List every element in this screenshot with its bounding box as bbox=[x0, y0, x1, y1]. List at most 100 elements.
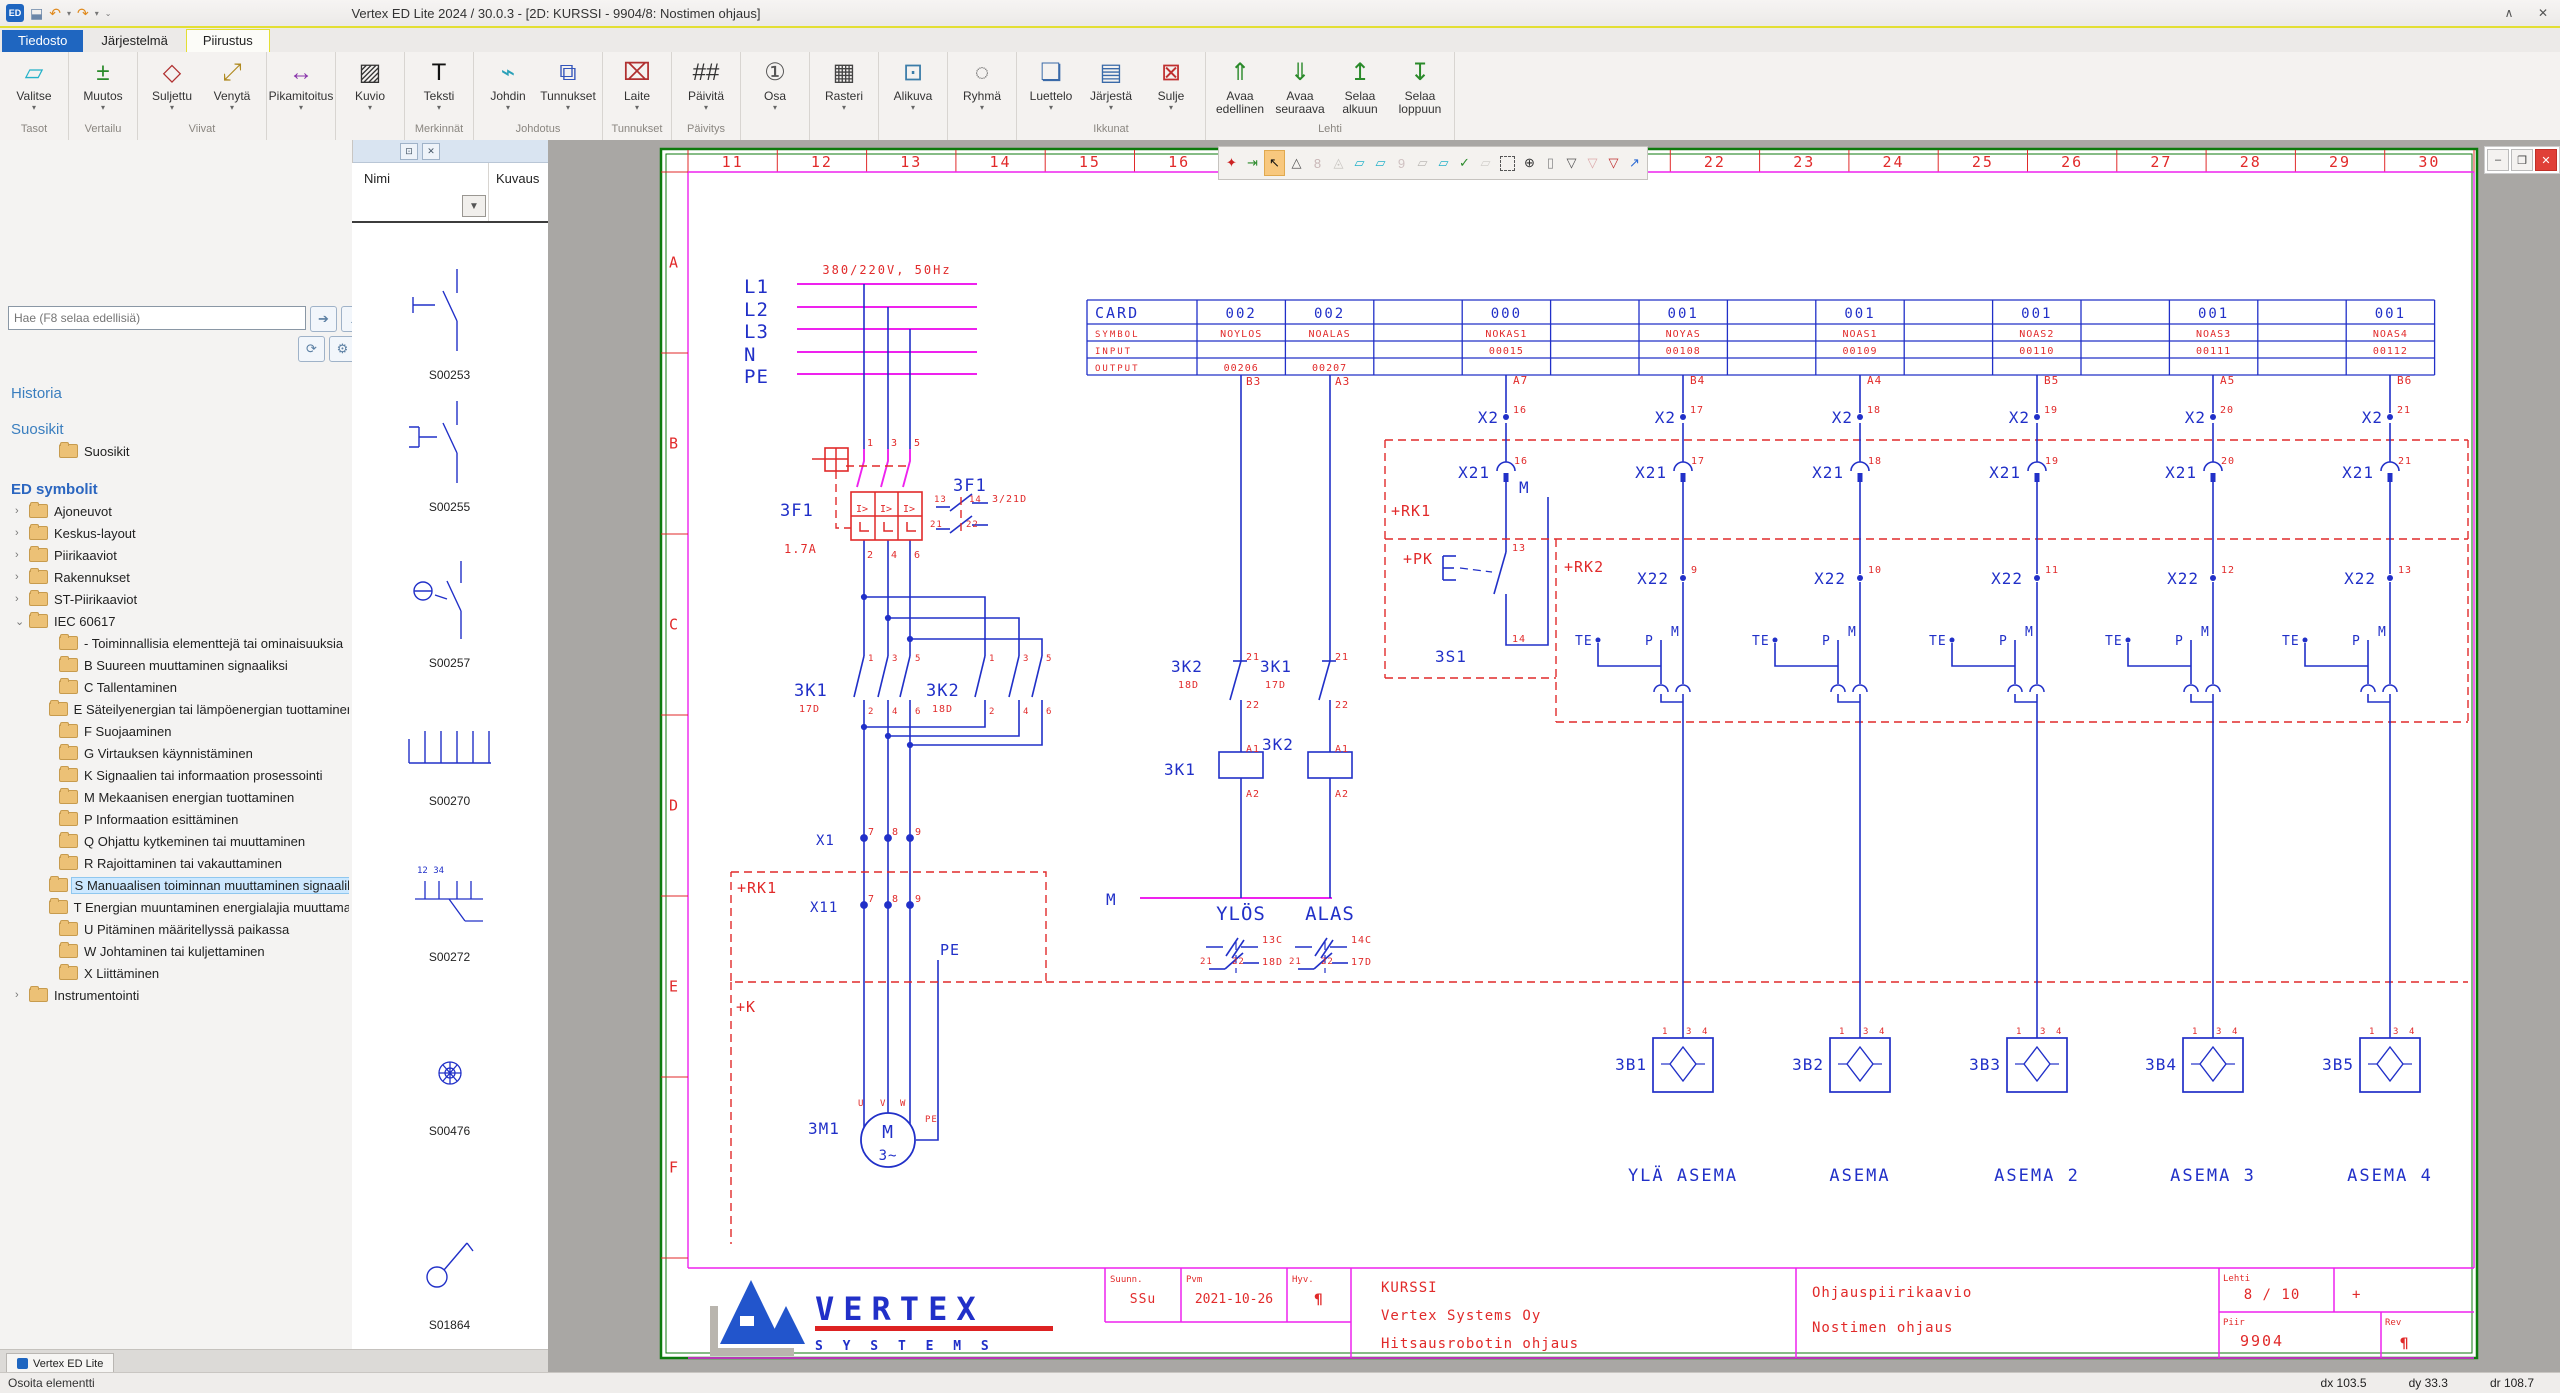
layers-check-icon[interactable]: ✓ bbox=[1455, 151, 1474, 175]
chevron-collapsed-icon[interactable]: › bbox=[15, 593, 29, 605]
restore-icon[interactable]: ❐ bbox=[2511, 149, 2533, 171]
redo-caret-icon[interactable]: ▾ bbox=[95, 9, 99, 18]
tree-item-m-mekaanisen-energian-tuottaminen[interactable]: ›M Mekaanisen energian tuottaminen bbox=[1, 786, 349, 808]
undo-caret-icon[interactable]: ▾ bbox=[67, 9, 71, 18]
tree-item-keskus-layout[interactable]: › Keskus-layout bbox=[1, 522, 349, 544]
tree-item-suosikit[interactable]: ›Suosikit bbox=[1, 440, 349, 462]
ribbon-button-j-rjest-[interactable]: ▤ Järjestä ▾ bbox=[1081, 54, 1141, 112]
undo-icon[interactable]: ↶ bbox=[49, 5, 61, 22]
ribbon-button-valitse[interactable]: ▱ Valitse ▾ bbox=[4, 54, 64, 112]
ribbon-button-kuvio[interactable]: ▨ Kuvio ▾ bbox=[340, 54, 400, 112]
app-logo-icon[interactable]: ED bbox=[6, 4, 24, 22]
tree-item-ajoneuvot[interactable]: › Ajoneuvot bbox=[1, 500, 349, 522]
tree-item-iec-60617[interactable]: ⌄ IEC 60617 bbox=[1, 610, 349, 632]
search-input[interactable] bbox=[8, 306, 306, 330]
ribbon-button-suljettu[interactable]: ◇ Suljettu ▾ bbox=[142, 54, 202, 112]
tree-item-x-liitt-minen[interactable]: ›X Liittäminen bbox=[1, 962, 349, 984]
ribbon-button-p-ivit-[interactable]: ## Päivitä ▾ bbox=[676, 54, 736, 112]
chevron-collapsed-icon[interactable]: › bbox=[15, 527, 29, 539]
chevron-collapsed-icon[interactable]: › bbox=[15, 571, 29, 583]
paste-sheet-icon[interactable]: ⇥ bbox=[1243, 151, 1262, 175]
tree-item--toiminnallisia-elementtej-tai-ominaisuu[interactable]: ›- Toiminnallisia elementtejä tai ominai… bbox=[1, 632, 349, 654]
ribbon-button-avaa-seuraava[interactable]: ⇓ Avaa seuraava bbox=[1270, 54, 1330, 116]
collapse-ribbon-icon[interactable]: ∧ bbox=[2492, 1, 2526, 25]
ribbon-button-ryhm-[interactable]: ◌ Ryhmä ▾ bbox=[952, 54, 1012, 112]
drawing-area[interactable]: 1112131415161718192021222324252627282930… bbox=[548, 140, 2560, 1372]
triangle-8-icon[interactable]: 8 bbox=[1308, 151, 1327, 175]
tree-item-t-energian-muuntaminen-energialajia-muut[interactable]: ›T Energian muuntaminen energialajia muu… bbox=[1, 896, 349, 918]
funnel-22-icon[interactable]: ▽ bbox=[1583, 151, 1602, 175]
list-item[interactable]: S00253 bbox=[352, 263, 547, 382]
tree-item-r-rajoittaminen-tai-vakauttaminen[interactable]: ›R Rajoittaminen tai vakauttaminen bbox=[1, 852, 349, 874]
list-item[interactable]: S00476 bbox=[352, 1035, 547, 1138]
list-item[interactable]: 12 34 S00272 bbox=[352, 855, 547, 964]
minimize-icon[interactable]: – bbox=[2487, 149, 2509, 171]
sheet-icon[interactable]: ▯ bbox=[1541, 151, 1560, 175]
panel-close-icon[interactable]: ✕ bbox=[422, 142, 440, 160]
refresh-icon[interactable]: ⟳ bbox=[298, 336, 325, 362]
tree-item-k-signaalien-tai-informaation-prosessoin[interactable]: ›K Signaalien tai informaation prosessoi… bbox=[1, 764, 349, 786]
close-icon[interactable]: ✕ bbox=[2526, 1, 2560, 25]
tree-item-e-s-teilyenergian-tai-l-mp-energian-tuot[interactable]: ›E Säteilyenergian tai lämpöenergian tuo… bbox=[1, 698, 349, 720]
tree-item-c-tallentaminen[interactable]: ›C Tallentaminen bbox=[1, 676, 349, 698]
tree-item-s-manuaalisen-toiminnan-muuttaminen-sign[interactable]: ›S Manuaalisen toiminnan muuttaminen sig… bbox=[1, 874, 349, 896]
select-cursor-icon[interactable]: ↖ bbox=[1264, 150, 1285, 176]
column-description[interactable]: Kuvaus bbox=[496, 171, 539, 186]
tree-item-b-suureen-muuttaminen-signaaliksi[interactable]: ›B Suureen muuttaminen signaaliksi bbox=[1, 654, 349, 676]
layer-flat-icon[interactable]: ▱ bbox=[1413, 151, 1432, 175]
tab-vertex-ed-lite[interactable]: Vertex ED Lite bbox=[6, 1353, 115, 1373]
tree-item-piirikaaviot[interactable]: › Piirikaaviot bbox=[1, 544, 349, 566]
ribbon-button-rasteri[interactable]: ▦ Rasteri ▾ bbox=[814, 54, 874, 112]
funnel-x-icon[interactable]: ▽ bbox=[1604, 151, 1623, 175]
ribbon-button-venyt-[interactable]: ⤢ Venytä ▾ bbox=[202, 54, 262, 112]
ribbon-button-selaa-loppuun[interactable]: ↧ Selaa loppuun bbox=[1390, 54, 1450, 116]
ribbon-button-luettelo[interactable]: ❏ Luettelo ▾ bbox=[1021, 54, 1081, 112]
chevron-collapsed-icon[interactable]: › bbox=[15, 989, 29, 1001]
ribbon-button-laite[interactable]: ⌧ Laite ▾ bbox=[607, 54, 667, 112]
funnel-icon[interactable]: ▼ bbox=[462, 195, 486, 217]
search-go-icon[interactable]: ➔ bbox=[310, 306, 337, 332]
schematic-canvas[interactable]: 1112131415161718192021222324252627282930… bbox=[548, 140, 2560, 1372]
zoom-in-icon[interactable]: ⊕ bbox=[1520, 151, 1539, 175]
layers-icon[interactable]: ▱ bbox=[1350, 151, 1369, 175]
save-icon[interactable]: ⬓ bbox=[30, 5, 43, 22]
ribbon-button-alikuva[interactable]: ⊡ Alikuva ▾ bbox=[883, 54, 943, 112]
tree-item-rakennukset[interactable]: › Rakennukset bbox=[1, 566, 349, 588]
tab-tiedosto[interactable]: Tiedosto bbox=[2, 30, 84, 52]
chevron-expanded-icon[interactable]: ⌄ bbox=[15, 615, 29, 628]
panel-float-icon[interactable]: ⊡ bbox=[400, 142, 418, 160]
tree-section-suosikit[interactable]: Suosikit bbox=[1, 418, 349, 440]
funnel-icon[interactable]: ▽ bbox=[1562, 151, 1581, 175]
layer-faded-icon[interactable]: ▱ bbox=[1476, 151, 1495, 175]
layers-9-icon[interactable]: 9 bbox=[1392, 151, 1411, 175]
ribbon-button-muutos[interactable]: ± Muutos ▾ bbox=[73, 54, 133, 112]
tab-piirustus[interactable]: Piirustus bbox=[185, 29, 270, 52]
tree-item-f-suojaaminen[interactable]: ›F Suojaaminen bbox=[1, 720, 349, 742]
ribbon-button-sulje[interactable]: ⊠ Sulje ▾ bbox=[1141, 54, 1201, 112]
tree-item-p-informaation-esitt-minen[interactable]: ›P Informaation esittäminen bbox=[1, 808, 349, 830]
tree-item-q-ohjattu-kytkeminen-tai-muuttaminen[interactable]: ›Q Ohjattu kytkeminen tai muuttaminen bbox=[1, 830, 349, 852]
chevron-collapsed-icon[interactable]: › bbox=[15, 549, 29, 561]
close-drawing-icon[interactable]: ✕ bbox=[2535, 149, 2557, 171]
ribbon-button-selaa-alkuun[interactable]: ↥ Selaa alkuun bbox=[1330, 54, 1390, 116]
ribbon-button-johdin[interactable]: ⌁ Johdin ▾ bbox=[478, 54, 538, 112]
column-name[interactable]: Nimi bbox=[364, 171, 390, 186]
list-item[interactable]: S00257 bbox=[352, 551, 547, 670]
marquee-icon[interactable] bbox=[1500, 155, 1515, 171]
ribbon-button-osa[interactable]: ① Osa ▾ bbox=[745, 54, 805, 112]
list-item[interactable]: S00270 bbox=[352, 705, 547, 808]
list-item[interactable]: S01864 bbox=[352, 1223, 547, 1332]
ribbon-button-pikamitoitus[interactable]: ↔ Pikamitoitus ▾ bbox=[269, 54, 334, 112]
redo-icon[interactable]: ↷ bbox=[77, 5, 89, 22]
ribbon-button-teksti[interactable]: T Teksti ▾ bbox=[409, 54, 469, 112]
tree-section-ed-symbolit[interactable]: ED symbolit bbox=[1, 478, 349, 500]
tree-section-historia[interactable]: Historia bbox=[1, 382, 349, 404]
tree-item-u-pit-minen-m-ritellyss-paikassa[interactable]: ›U Pitäminen määritellyssä paikassa bbox=[1, 918, 349, 940]
chevron-collapsed-icon[interactable]: › bbox=[15, 505, 29, 517]
tree-item-g-virtauksen-k-ynnist-minen[interactable]: ›G Virtauksen käynnistäminen bbox=[1, 742, 349, 764]
tab-jarjestelma[interactable]: Järjestelmä bbox=[85, 30, 183, 52]
tree-item-st-piirikaaviot[interactable]: › ST-Piirikaaviot bbox=[1, 588, 349, 610]
ribbon-button-avaa-edellinen[interactable]: ⇑ Avaa edellinen bbox=[1210, 54, 1270, 116]
triangle-icon[interactable]: △ bbox=[1287, 151, 1306, 175]
ribbon-button-tunnukset[interactable]: ⧉ Tunnukset ▾ bbox=[538, 54, 598, 112]
